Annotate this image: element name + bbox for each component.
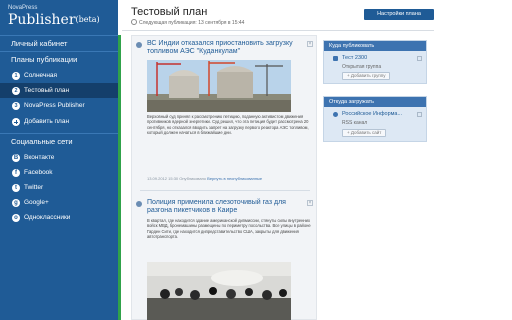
sidebar-item-odnoklassniki[interactable]: о Одноклассники	[0, 210, 118, 225]
clock-icon	[131, 19, 137, 25]
sidebar-item-label: Вконтакте	[24, 154, 55, 161]
brand-title: Publisher(beta)	[8, 12, 118, 28]
brand-name: Publisher	[8, 12, 76, 28]
page-title: Тестовый план	[131, 6, 208, 18]
target-type: Открытая группа	[342, 64, 382, 70]
sidebar-item-label: NovaPress Publisher	[24, 102, 85, 109]
sidebar-item-label: Одноклассники	[24, 214, 71, 221]
facebook-icon: f	[12, 169, 20, 177]
sidebar-add-plan[interactable]: Добавить план	[0, 114, 118, 129]
panel-heading: Откуда загружать	[324, 97, 426, 107]
plan-settings-button[interactable]: Настройки плана	[364, 9, 434, 20]
post-status: Опубликовано	[179, 176, 207, 181]
source-type: RSS канал	[342, 120, 368, 126]
brand-logo[interactable]: NovaPress Publisher(beta)	[0, 0, 118, 31]
post-meta: 13.09.2012 15:30 Опубликовано Вернуть в …	[147, 176, 262, 181]
post-text: Верховный суд принял к рассмотрению пети…	[147, 114, 309, 136]
remove-icon[interactable]	[417, 112, 422, 117]
drag-handle-icon[interactable]	[136, 42, 142, 48]
sidebar-item-twitter[interactable]: t Twitter	[0, 180, 118, 195]
brand-beta: (beta)	[75, 15, 100, 24]
remove-icon[interactable]	[417, 56, 422, 61]
sidebar: NovaPress Publisher(beta) Личный кабинет…	[0, 0, 118, 320]
sidebar-item-label: Тестовый план	[24, 87, 70, 94]
vkontakte-icon: В	[12, 154, 20, 162]
sidebar-social-heading: Социальные сети	[0, 133, 118, 149]
close-icon[interactable]: ×	[307, 41, 313, 47]
brand-small: NovaPress	[8, 5, 38, 11]
twitter-icon: t	[12, 184, 20, 192]
sidebar-item-label: Google+	[24, 199, 49, 206]
sidebar-item-label: Twitter	[24, 184, 44, 191]
add-site-button[interactable]: + Добавить сайт	[342, 129, 387, 137]
plan-number-badge: 2	[12, 87, 20, 95]
sidebar-item-label: Солнечная	[24, 72, 58, 79]
unpublish-link[interactable]: Вернуть в неопубликованные	[207, 176, 262, 181]
sidebar-item-facebook[interactable]: f Facebook	[0, 165, 118, 180]
post-text: В квартал, где находится здание американ…	[147, 218, 311, 240]
plan-number-badge: 3	[12, 102, 20, 110]
active-plan-indicator	[118, 35, 121, 320]
sidebar-cabinet-link[interactable]: Личный кабинет	[0, 35, 118, 50]
post-divider	[140, 190, 310, 191]
plus-icon	[12, 118, 20, 126]
sidebar-item-plan-3[interactable]: 3 NovaPress Publisher	[0, 98, 118, 113]
post-date: 13.09.2012 15:30	[147, 176, 179, 181]
panel-heading: Куда публиковать	[324, 41, 426, 51]
sources-panel: Откуда загружать Российское Информа... R…	[323, 96, 427, 142]
next-publication-text: Следующая публикация: 13 сентября в 15:4…	[139, 20, 245, 26]
sidebar-item-plan-2[interactable]: 2 Тестовый план	[0, 83, 118, 98]
rss-icon	[333, 112, 338, 117]
sidebar-plans-heading: Планы публикации	[0, 51, 118, 67]
sidebar-item-googleplus[interactable]: g Google+	[0, 195, 118, 210]
odnoklassniki-icon: о	[12, 214, 20, 222]
sidebar-item-label: Facebook	[24, 169, 53, 176]
target-name[interactable]: Тест 2300	[342, 55, 367, 61]
googleplus-icon: g	[12, 199, 20, 207]
right-margin	[437, 0, 512, 320]
next-publication: Следующая публикация: 13 сентября в 15:4…	[131, 19, 244, 26]
source-name[interactable]: Российское Информа...	[342, 111, 402, 117]
post-title[interactable]: Полиция применила слезоточивый газ для р…	[147, 199, 307, 215]
sidebar-item-plan-1[interactable]: 1 Солнечная	[0, 68, 118, 83]
group-icon	[333, 56, 338, 61]
post-image	[147, 60, 291, 112]
plan-number-badge: 1	[12, 72, 20, 80]
drag-handle-icon[interactable]	[136, 201, 142, 207]
header-divider	[122, 30, 434, 31]
post-title[interactable]: ВС Индии отказался приостановить загрузк…	[147, 40, 307, 56]
sidebar-item-vkontakte[interactable]: В Вконтакте	[0, 150, 118, 165]
close-icon[interactable]: ×	[307, 200, 313, 206]
post-image	[147, 262, 291, 320]
publish-targets-panel: Куда публиковать Тест 2300 Открытая груп…	[323, 40, 427, 84]
add-group-button[interactable]: + Добавить группу	[342, 72, 391, 80]
sidebar-item-label: Добавить план	[24, 118, 70, 125]
